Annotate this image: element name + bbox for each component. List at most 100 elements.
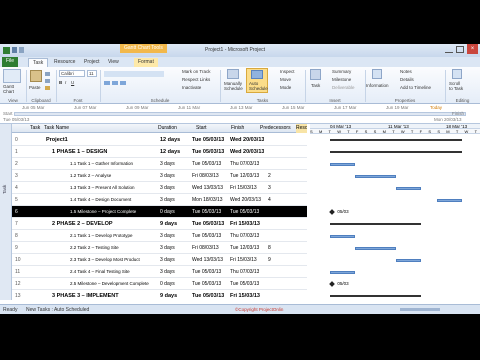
table-row[interactable]: 8 2.1 Task 1 – Develop Prototype 3 days Tue… [12,230,307,242]
inactivate-button[interactable]: Inactivate [182,85,201,90]
table-row[interactable]: 1 1 PHASE 1 – DESIGN 12 days Tue 05/03/13 We… [12,146,307,158]
tab-task[interactable]: Task [28,58,49,67]
summary-button[interactable]: Summary [332,69,351,74]
table-row[interactable]: 2 1.1 Task 1 – Gather Information 3 days Tu… [12,158,307,170]
tab-project[interactable]: Project [80,58,104,67]
italic-icon[interactable]: I [65,80,66,85]
task-predecessors: 3 [268,185,271,191]
manually-schedule-button[interactable]: Manually Schedule [224,81,243,91]
underline-icon[interactable]: U [71,80,74,85]
task-bar[interactable] [437,199,462,202]
row-id: 9 [15,245,18,251]
gantt-chart-icon[interactable] [3,69,21,83]
new-tasks-mode[interactable]: New Tasks : Auto Scheduled [26,307,89,313]
tab-file[interactable]: File [2,57,19,67]
table-row[interactable]: 4 1.3 Task 3 – Present All Solution 3 days… [12,182,307,194]
col-start[interactable]: Start [196,124,207,133]
table-row[interactable]: 13 3 PHASE 3 – IMPLEMENT 9 days Tue 05/03/1… [12,290,307,300]
paste-button[interactable]: Paste [29,85,41,90]
milestone-date-label: 05/03 [337,281,349,286]
task-finish: Fri 15/03/13 [230,221,260,227]
auto-schedule-icon[interactable] [251,70,263,79]
task-start: Mon 18/03/13 [192,197,223,203]
paste-icon[interactable] [30,70,42,82]
progress-icons[interactable] [104,71,164,77]
col-finish[interactable]: Finish [231,124,244,133]
link-icon[interactable] [120,81,126,85]
cut-icon[interactable] [45,72,50,76]
table-row[interactable]: 9 2.2 Task 2 – Testing Site 3 days Fri 08/0… [12,242,307,254]
summary-bar[interactable] [330,151,462,153]
task-duration: 12 days [160,149,181,155]
deliverable-button[interactable]: Deliverable [332,85,355,90]
milestone-button[interactable]: Milestone [332,77,351,82]
milestone-diamond[interactable] [329,281,336,287]
task-insert-icon[interactable] [310,69,321,80]
mark-on-track-button[interactable]: Mark on Track [182,69,211,74]
bold-icon[interactable]: B [59,80,62,85]
summary-bar[interactable] [330,295,421,297]
summary-bar[interactable] [330,223,421,225]
notes-button[interactable]: Notes [400,69,412,74]
row-id: 5 [15,197,18,203]
table-row[interactable]: 10 2.3 Task 3 – Develop Most Product 3 day… [12,254,307,266]
add-to-timeline-button[interactable]: Add to Timeline [400,85,431,90]
task-name: 2.4 Task 4 – Final Testing Site [70,269,130,274]
undo-icon[interactable] [19,47,24,53]
zoom-slider[interactable] [400,308,440,311]
task-predecessors: 9 [268,257,271,263]
save-icon[interactable] [12,47,17,53]
timeline-bar[interactable] [14,112,466,116]
font-name-select[interactable]: Calibri [59,70,85,77]
manual-schedule-icon[interactable] [227,69,239,79]
summary-bar[interactable] [330,139,462,141]
col-task-name[interactable]: Task Name [44,124,69,133]
task-bar[interactable] [330,271,355,274]
col-resource[interactable]: Resou [296,124,307,133]
minimize-icon[interactable] [445,46,453,53]
task-bar[interactable] [330,163,355,166]
outdent-icon[interactable] [112,81,118,85]
task-finish: Wed 20/03/13 [230,137,265,143]
row-id: 7 [15,221,18,227]
task-bar[interactable] [330,235,355,238]
maximize-icon[interactable] [456,46,464,53]
ribbon: Gantt Chart View Paste Clipboard Calibri… [0,67,480,104]
details-button[interactable]: Details [400,77,414,82]
move-button[interactable]: Move [280,77,291,82]
information-icon[interactable] [372,69,382,79]
table-row[interactable]: 7 2 PHASE 2 – DEVELOP 9 days Tue 05/03/13 Fr… [12,218,307,230]
information-button[interactable]: Information [366,83,389,88]
scroll-to-task-button[interactable]: Scroll to Task [449,81,463,91]
gantt-chart-button[interactable]: Gantt Chart [3,84,23,94]
tab-format[interactable]: Format [134,58,158,67]
col-duration[interactable]: Duration [158,124,177,133]
inspect-button[interactable]: Inspect [280,69,295,74]
task-name: 2.2 Task 2 – Testing Site [70,245,119,250]
table-row[interactable]: 3 1.2 Task 2 – Analyse 3 days Fri 08/03/13 T… [12,170,307,182]
indent-icon[interactable] [104,81,110,85]
col-task-mode[interactable]: Task Mode [30,124,42,133]
col-predecessors[interactable]: Predecessors [260,124,291,133]
table-row[interactable]: 5 1.4 Task 4 – Design Document 3 days Mon 1… [12,194,307,206]
table-row[interactable]: 0 Project1 12 days Tue 05/03/13 Wed 20/03/13 [12,134,307,146]
tab-resource[interactable]: Resource [50,58,79,67]
auto-schedule-button[interactable]: Auto Schedule [249,81,268,91]
close-icon[interactable]: × [467,44,478,54]
task-bar[interactable] [355,175,396,178]
respect-links-button[interactable]: Respect Links [182,77,210,82]
scroll-to-task-icon[interactable] [452,69,462,79]
table-row[interactable]: 6 1.5 Milestone – Project Complete 0 days T… [12,206,307,218]
font-size-select[interactable]: 11 [87,70,97,77]
task-button[interactable]: Task [311,83,320,88]
tab-view[interactable]: View [104,58,123,67]
table-row[interactable]: 11 2.4 Task 4 – Final Testing Site 3 days T… [12,266,307,278]
copy-icon[interactable] [45,79,50,83]
milestone-diamond[interactable] [329,209,336,215]
format-painter-icon[interactable] [45,86,50,90]
task-bar[interactable] [355,247,396,250]
table-row[interactable]: 12 2.5 Milestone – Development Complete 0 … [12,278,307,290]
task-bar[interactable] [396,259,421,262]
task-bar[interactable] [396,187,421,190]
mode-button[interactable]: Mode [280,85,291,90]
